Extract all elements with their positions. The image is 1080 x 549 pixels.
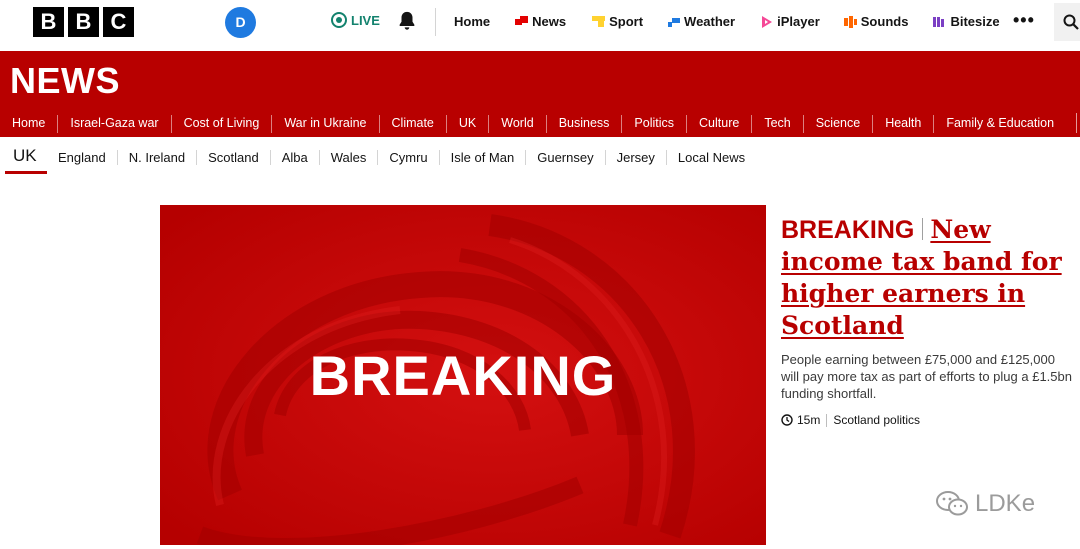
news-nav-item[interactable]: Politics xyxy=(621,115,686,133)
logo-letter: B xyxy=(33,7,64,37)
nav-label: Home xyxy=(454,14,491,29)
nav-label: Bitesize xyxy=(950,14,1000,29)
nav-news[interactable]: News xyxy=(515,14,566,29)
nav-label: Sounds xyxy=(860,14,909,29)
subnav-item[interactable]: Wales xyxy=(318,150,378,165)
global-header: B B C D LIVE Home News Sport Weather iPl… xyxy=(0,0,1080,51)
clock-icon xyxy=(781,414,793,426)
lead-headline[interactable]: BREAKING New income tax band for higher e… xyxy=(781,214,1076,342)
live-link[interactable]: LIVE xyxy=(331,12,380,28)
watermark-text: LDKe xyxy=(975,490,1036,517)
breaking-label: BREAKING xyxy=(781,216,915,244)
nav-label: Sport xyxy=(609,14,644,29)
news-nav-item[interactable]: Culture xyxy=(686,115,751,133)
weather-icon xyxy=(668,17,681,27)
subnav-item[interactable]: Local News xyxy=(665,150,756,165)
search-button[interactable] xyxy=(1054,3,1080,41)
more-menu-button[interactable]: ••• xyxy=(1013,10,1035,31)
story-topic[interactable]: Scotland politics xyxy=(833,413,920,427)
nav-iplayer[interactable]: iPlayer xyxy=(760,14,820,29)
iplayer-icon xyxy=(762,15,773,28)
news-nav-item[interactable]: Family & Education xyxy=(933,115,1066,133)
news-nav-item[interactable]: Cost of Living xyxy=(170,115,272,133)
news-nav-item[interactable]: Climate xyxy=(378,115,446,133)
news-nav-divider xyxy=(1076,113,1077,133)
subnav-current-uk[interactable]: UK xyxy=(5,146,47,174)
subnav-items: England N. Ireland Scotland Alba Wales C… xyxy=(47,150,756,165)
nav-label: Weather xyxy=(684,14,736,29)
headline-divider xyxy=(922,218,924,240)
news-masthead: NEWS Home Israel-Gaza war Cost of Living… xyxy=(0,51,1080,137)
nav-home[interactable]: Home xyxy=(454,14,490,29)
lead-summary: People earning between £75,000 and £125,… xyxy=(781,352,1072,401)
breaking-news-image[interactable]: BREAKING xyxy=(160,205,766,545)
subnav-item[interactable]: Jersey xyxy=(604,150,666,165)
nav-label: iPlayer xyxy=(777,14,820,29)
header-divider xyxy=(435,8,436,36)
global-nav: Home News Sport Weather iPlayer Sounds B… xyxy=(454,14,1000,29)
watermark: LDKe xyxy=(935,490,1035,518)
search-icon xyxy=(1063,14,1079,30)
subnav-item[interactable]: England xyxy=(47,150,117,165)
subnav-item[interactable]: N. Ireland xyxy=(116,150,196,165)
nav-weather[interactable]: Weather xyxy=(667,14,735,29)
news-nav-item[interactable]: Israel-Gaza war xyxy=(57,115,170,133)
sounds-icon xyxy=(843,15,857,28)
uk-subnav: UK England N. Ireland Scotland Alba Wale… xyxy=(0,137,1080,175)
lead-story: BREAKING New income tax band for higher e… xyxy=(781,214,1076,427)
breaking-image-text: BREAKING xyxy=(309,344,617,407)
news-nav: Home Israel-Gaza war Cost of Living War … xyxy=(0,115,1066,133)
live-icon xyxy=(331,12,347,28)
subnav-item[interactable]: Isle of Man xyxy=(438,150,526,165)
news-nav-item[interactable]: Business xyxy=(545,115,622,133)
live-label: LIVE xyxy=(351,12,380,28)
logo-letter: C xyxy=(103,7,134,37)
news-nav-item[interactable]: UK xyxy=(445,115,488,133)
news-nav-item[interactable]: Tech xyxy=(751,115,802,133)
news-nav-item[interactable]: War in Ukraine xyxy=(271,115,378,133)
subnav-item[interactable]: Alba xyxy=(269,150,319,165)
nav-sport[interactable]: Sport xyxy=(592,14,643,29)
news-icon xyxy=(515,15,529,25)
subnav-item[interactable]: Guernsey xyxy=(525,150,604,165)
sport-icon xyxy=(592,15,606,27)
subnav-item[interactable]: Cymru xyxy=(377,150,438,165)
news-nav-item[interactable]: Science xyxy=(802,115,872,133)
story-time: 15m xyxy=(797,413,821,427)
news-nav-item[interactable]: Home xyxy=(0,115,57,133)
meta-divider xyxy=(826,413,828,427)
subnav-item[interactable]: Scotland xyxy=(196,150,270,165)
chat-bubbles-icon xyxy=(936,491,968,516)
bitesize-icon xyxy=(933,16,945,27)
account-avatar[interactable]: D xyxy=(225,7,256,38)
news-nav-item[interactable]: Health xyxy=(872,115,933,133)
story-meta: 15m Scotland politics xyxy=(781,413,1076,427)
nav-bitesize[interactable]: Bitesize xyxy=(933,14,1000,29)
bbc-logo[interactable]: B B C xyxy=(33,7,134,37)
notifications-bell-icon[interactable] xyxy=(396,10,418,32)
nav-label: News xyxy=(532,14,567,29)
news-nav-item[interactable]: World xyxy=(488,115,545,133)
news-title[interactable]: NEWS xyxy=(10,60,120,102)
logo-letter: B xyxy=(68,7,99,37)
nav-sounds[interactable]: Sounds xyxy=(843,14,909,29)
